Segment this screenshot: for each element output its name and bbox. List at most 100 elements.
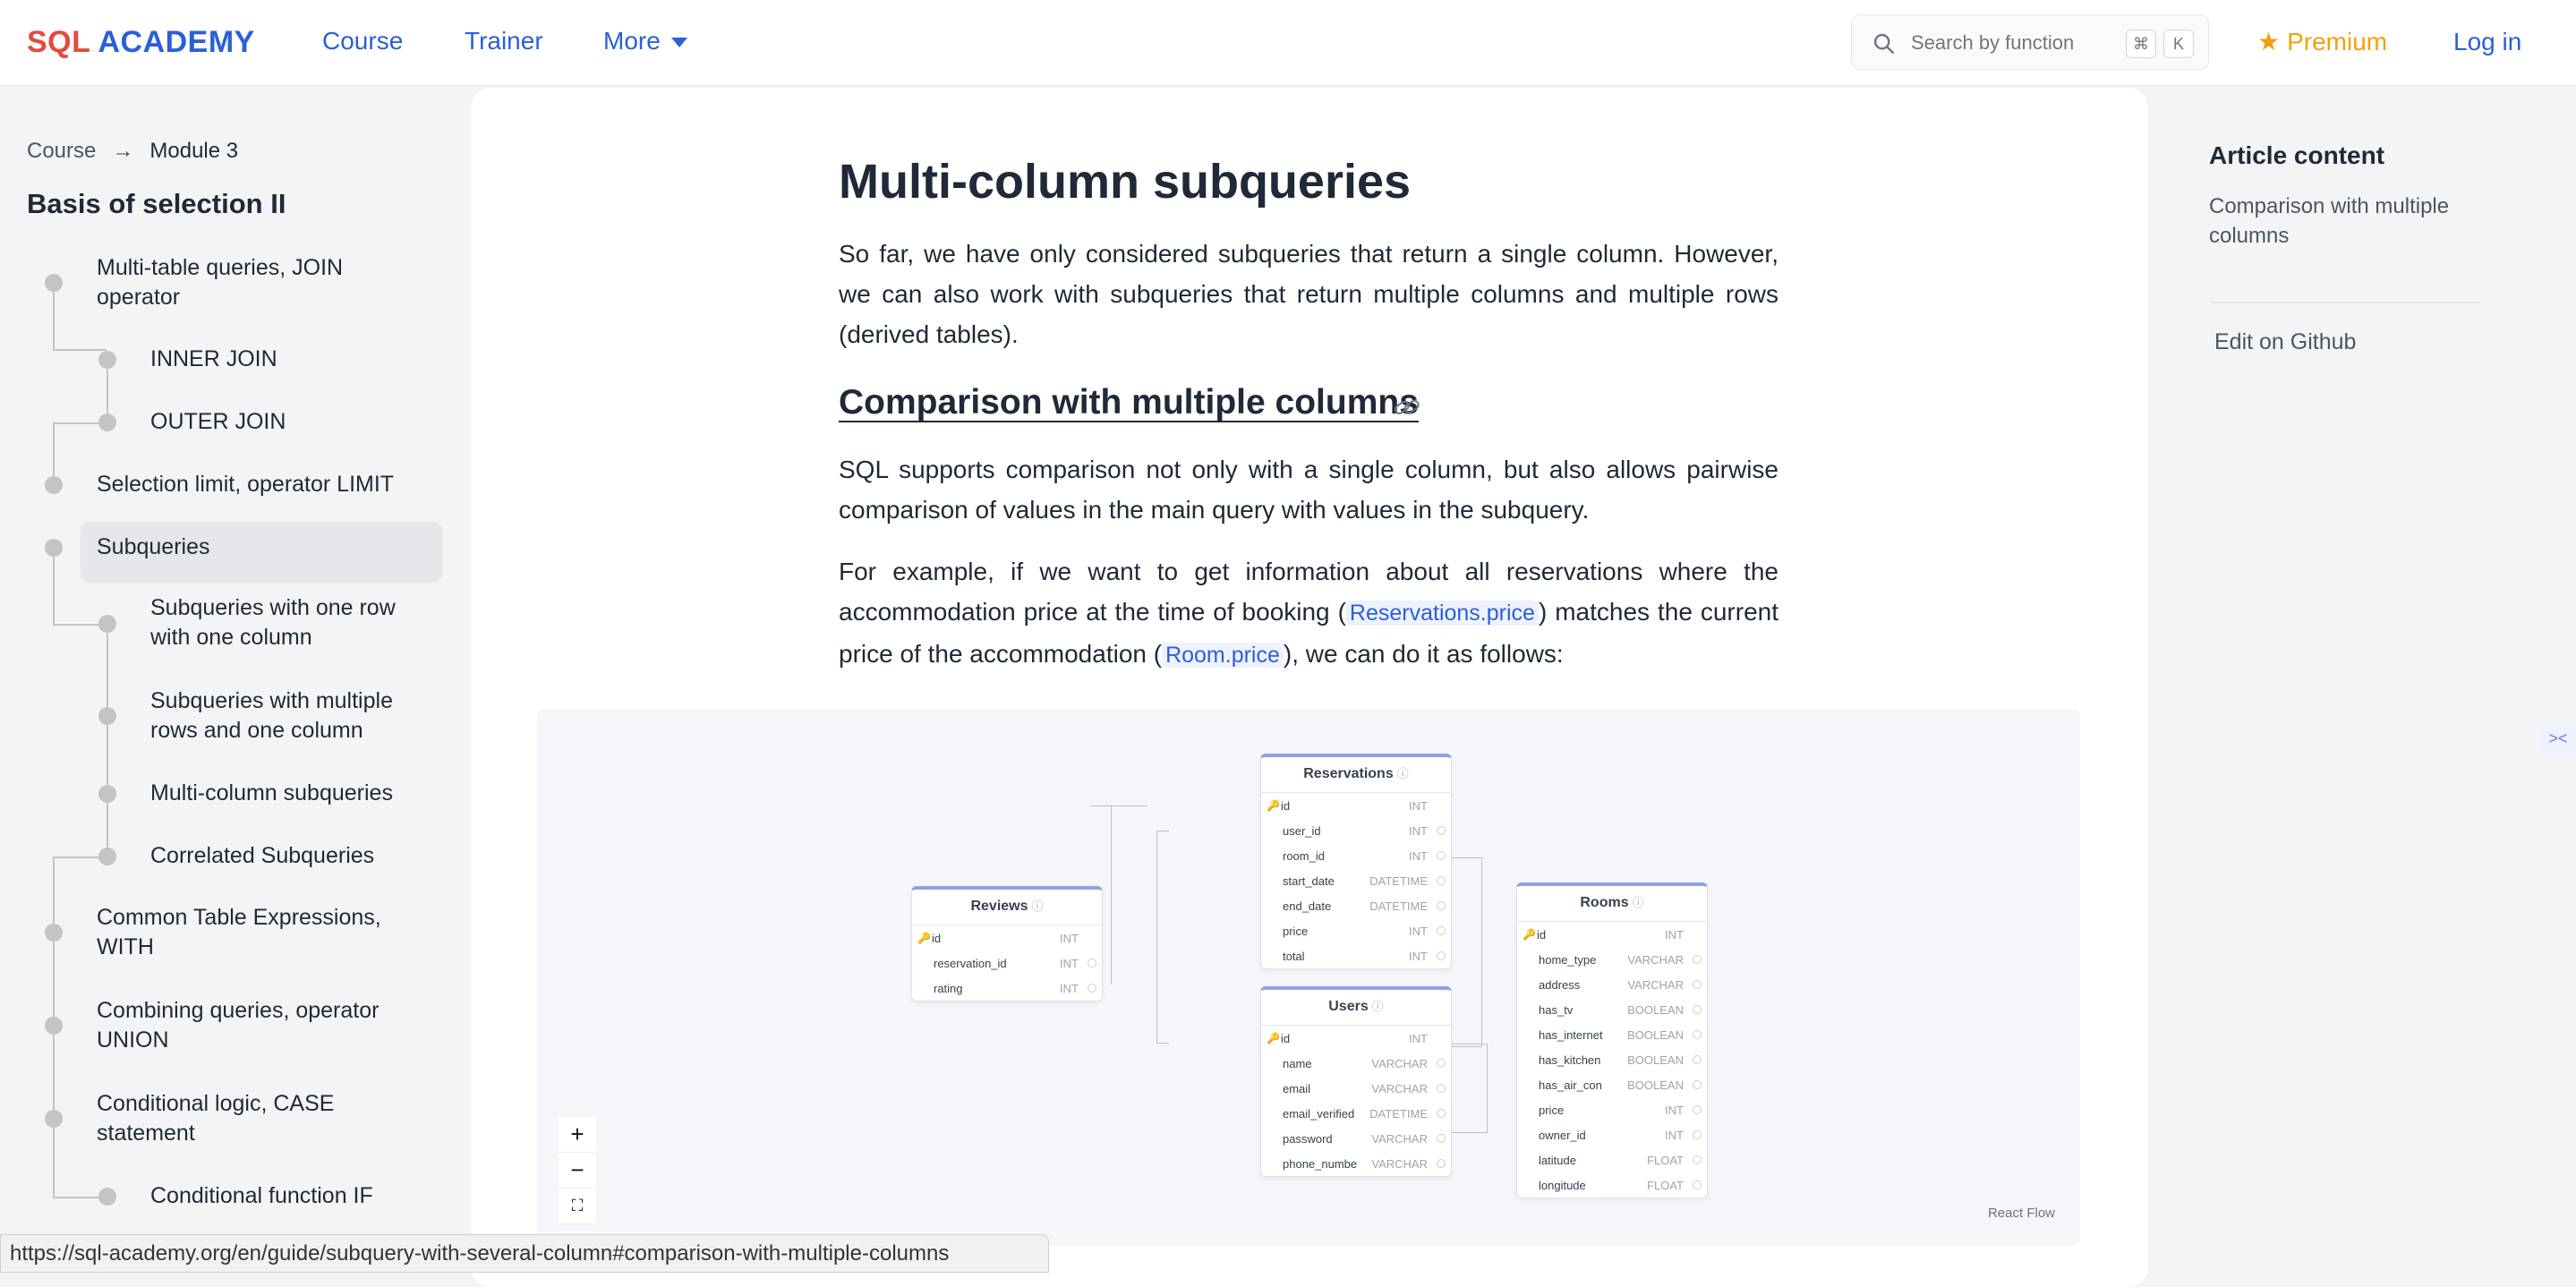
breadcrumb-module[interactable]: Module 3	[149, 139, 238, 163]
key-icon: 🔑	[917, 932, 931, 944]
table-row: email VARCHAR	[1261, 1076, 1451, 1101]
tree-dot	[98, 615, 116, 633]
page-title: Multi-column subqueries	[839, 155, 1412, 209]
edge-line	[1092, 805, 1147, 806]
zoom-in-button[interactable]: +	[559, 1117, 596, 1153]
sidebar-item-outer-join[interactable]: OUTER JOIN	[150, 407, 286, 437]
nav-course[interactable]: Course	[322, 27, 403, 55]
table-title: Users ⓘ	[1261, 990, 1451, 1026]
premium-label: Premium	[2287, 28, 2388, 55]
module-title: Basis of selection II	[27, 188, 286, 219]
premium-link[interactable]: ★ Premium	[2257, 27, 2387, 56]
key-icon: 🔑	[1267, 799, 1280, 812]
handle-icon	[1437, 1134, 1446, 1143]
sidebar-item-inner-join[interactable]: INNER JOIN	[150, 345, 277, 374]
tree-dot	[45, 1017, 63, 1035]
search-input[interactable]	[1911, 28, 2117, 58]
tree-dot	[45, 1110, 63, 1128]
search-icon	[1873, 33, 1895, 55]
handle-icon	[1693, 1105, 1702, 1114]
table-users[interactable]: Users ⓘ 🔑 id INT name VARCHAR email VARCHAR e…	[1260, 986, 1452, 1177]
table-row: 🔑 id INT	[1267, 1032, 1428, 1045]
tree-dot	[98, 413, 116, 431]
table-row: email_verified DATETIME	[1261, 1101, 1451, 1126]
sidebar-item-case[interactable]: Conditional logic, CASE statement	[97, 1089, 401, 1148]
table-row: room_id INT	[1261, 843, 1451, 868]
kbd-k: K	[2163, 30, 2194, 58]
intro-paragraph: So far, we have only considered subqueri…	[839, 240, 1778, 348]
breadcrumb-course[interactable]: Course	[27, 139, 96, 163]
tree-line	[107, 624, 108, 857]
sidebar-item-if[interactable]: Conditional function IF	[150, 1181, 373, 1211]
example-paragraph: For example, if we want to get informati…	[839, 551, 1778, 676]
table-row: password VARCHAR	[1261, 1126, 1451, 1151]
top-header: SQL ACADEMY Course Trainer More ⌘ K ★Pre…	[0, 0, 2576, 86]
fit-view-button[interactable]: ⛶	[559, 1189, 596, 1224]
sidebar-item-subqueries-multiple-rows[interactable]: Subqueries with multiple rows and one co…	[150, 686, 419, 746]
tree-line	[53, 286, 55, 349]
section-heading[interactable]: Comparison with multiple columns	[839, 383, 1419, 422]
edit-on-github-link[interactable]: Edit on Github	[2214, 329, 2356, 355]
tree-line	[53, 548, 55, 624]
breadcrumb: Course → Module 3	[27, 139, 238, 164]
table-row: address VARCHAR	[1517, 972, 1707, 997]
sidebar-item-cte[interactable]: Common Table Expressions, WITH	[97, 903, 401, 962]
handle-icon	[1437, 826, 1446, 835]
nav-more[interactable]: More	[603, 27, 687, 55]
logo-sql: SQL	[27, 25, 90, 59]
table-row: reservation_id INT	[912, 950, 1102, 976]
handle-icon	[1437, 951, 1446, 960]
toc-item-comparison[interactable]: Comparison with multiple columns	[2209, 192, 2495, 251]
search-box[interactable]: ⌘ K	[1851, 14, 2209, 70]
sidebar-item-union[interactable]: Combining queries, operator UNION	[97, 996, 401, 1055]
tree-dot	[98, 785, 116, 803]
handle-icon	[1693, 1080, 1702, 1089]
sidebar-item-limit[interactable]: Selection limit, operator LIMIT	[97, 470, 394, 499]
table-row: latitude FLOAT	[1517, 1147, 1707, 1172]
table-row: has_kitchen BOOLEAN	[1517, 1047, 1707, 1072]
table-row: has_internet BOOLEAN	[1517, 1022, 1707, 1047]
handle-icon	[1693, 1005, 1702, 1014]
table-row: user_id INT	[1261, 818, 1451, 843]
code-room-price: Room.price	[1162, 643, 1284, 668]
sidebar-item-correlated[interactable]: Correlated Subqueries	[150, 841, 374, 871]
sidebar-item-subqueries[interactable]: Subqueries	[97, 533, 209, 562]
table-row: end_date DATETIME	[1261, 893, 1451, 918]
table-reservations[interactable]: Reservations ⓘ 🔑 id INT user_id INT room_id I…	[1260, 754, 1452, 969]
sidebar-item-multi-column-subqueries[interactable]: Multi-column subqueries	[150, 779, 393, 808]
comparison-paragraph: SQL supports comparison not only with a …	[839, 456, 1778, 524]
nav-trainer[interactable]: Trainer	[465, 27, 543, 55]
handle-icon	[1693, 1030, 1702, 1039]
handle-icon	[1693, 980, 1702, 989]
table-row: price INT	[1261, 918, 1451, 943]
table-rooms[interactable]: Rooms ⓘ 🔑 id INT home_type VARCHAR address VA…	[1516, 882, 1708, 1198]
table-row: total INT	[1261, 943, 1451, 968]
table-row: 🔑 id INT	[1267, 799, 1428, 813]
table-row: owner_id INT	[1517, 1122, 1707, 1147]
tree-dot	[98, 848, 116, 865]
code-reservations-price: Reservations.price	[1345, 601, 1539, 626]
table-title: Reviews ⓘ	[912, 890, 1102, 925]
tree-line	[53, 349, 107, 351]
table-row: 🔑 id INT	[917, 932, 1079, 945]
table-row: 🔑 id INT	[1523, 928, 1684, 942]
handle-icon	[1437, 901, 1446, 910]
tree-dot	[98, 707, 116, 725]
status-bar-url: https://sql-academy.org/en/guide/subquer…	[0, 1234, 1049, 1273]
edge-line	[1452, 857, 1482, 1047]
edge-line	[1156, 831, 1169, 1044]
sidebar-item-multi-table-join[interactable]: Multi-table queries, JOIN operator	[97, 253, 392, 312]
example-text-c: ), we can do it as follows:	[1283, 640, 1564, 668]
table-reviews[interactable]: Reviews ⓘ 🔑 id INT reservation_id INT rating…	[911, 886, 1103, 1001]
handle-icon	[1693, 1180, 1702, 1189]
site-logo[interactable]: SQL ACADEMY	[27, 25, 255, 60]
sidebar-item-subqueries-one-row[interactable]: Subqueries with one row with one column	[150, 593, 419, 652]
tree-dot	[45, 924, 63, 942]
schema-diagram[interactable]: Reviews ⓘ 🔑 id INT reservation_id INT rating…	[537, 709, 2080, 1246]
expand-icon[interactable]: ><	[2540, 723, 2576, 755]
login-link[interactable]: Log in	[2453, 28, 2521, 56]
zoom-out-button[interactable]: −	[559, 1153, 596, 1189]
react-flow-attribution[interactable]: React Flow	[1988, 1206, 2055, 1221]
link-icon[interactable]	[1392, 394, 1422, 421]
handle-icon	[1437, 1059, 1446, 1068]
